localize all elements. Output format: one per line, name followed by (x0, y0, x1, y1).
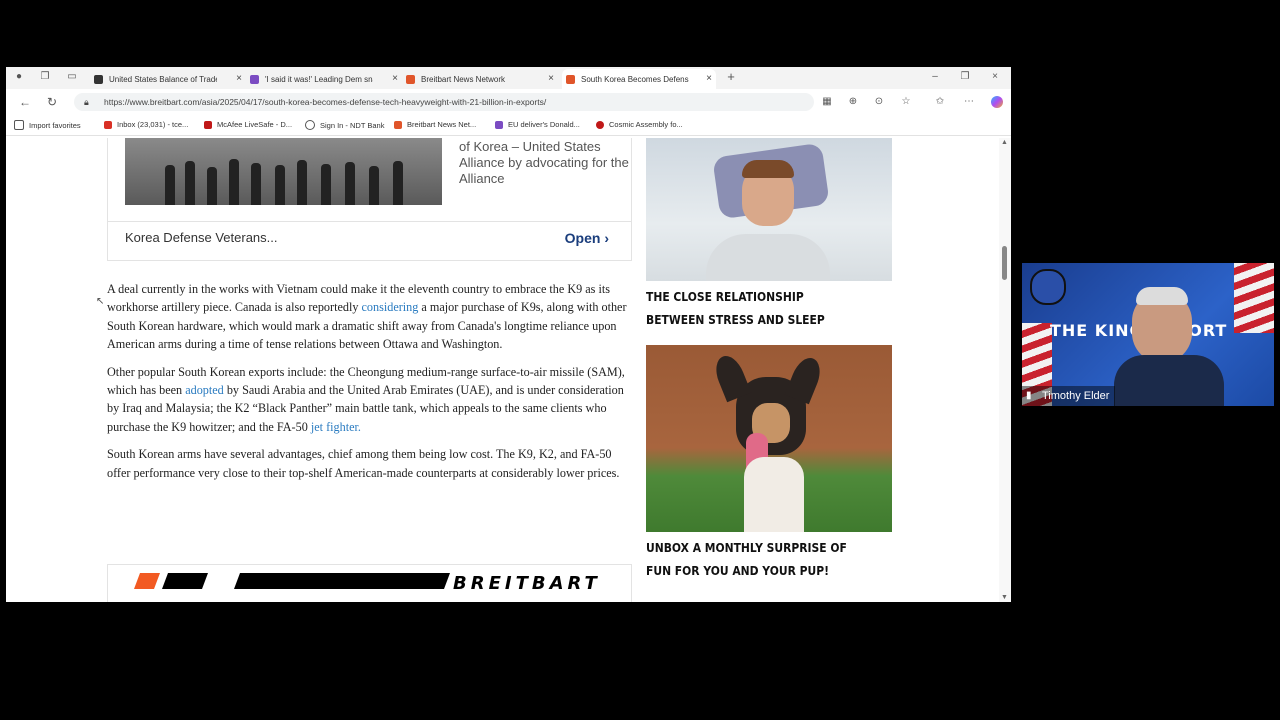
participant-name: ▮ Timothy Elder (1022, 386, 1116, 406)
breitbart-logo: BREITBART (134, 573, 601, 594)
browser-window: ● ❐ ▭ United States Balance of Trade × '… (6, 67, 1011, 602)
more-icon[interactable]: ⋯ (964, 97, 974, 107)
tab-label: United States Balance of Trade (109, 74, 217, 84)
toolbar: ← ↻ 🔒︎ https://www.breitbart.com/asia/20… (6, 89, 1011, 115)
tab-favicon-icon (566, 74, 575, 84)
minimize-icon[interactable]: – (930, 72, 940, 82)
profile-icon[interactable]: ● (14, 72, 24, 82)
tab-label: 'I said it was!' Leading Dem snaps (265, 74, 373, 84)
globe-icon (305, 120, 315, 130)
tab-favicon-icon (94, 74, 103, 84)
copilot-icon[interactable] (991, 96, 1003, 108)
bookmark-label: McAfee LiveSafe - D... (217, 120, 293, 129)
adopted-link[interactable]: adopted (185, 383, 224, 397)
import-icon (14, 120, 24, 130)
group-photo (125, 138, 442, 205)
logo-wordmark: BREITBART (453, 573, 601, 594)
presenter-body (1114, 355, 1224, 406)
scroll-thumb[interactable] (1002, 246, 1007, 280)
article-body: A deal currently in the works with Vietn… (107, 280, 630, 491)
card-text: of Korea – United States Alliance by adv… (459, 139, 629, 186)
ad-card[interactable]: of Korea – United States Alliance by adv… (107, 138, 632, 261)
restore-icon[interactable]: ❐ (960, 72, 970, 82)
presenter-hair (1136, 287, 1188, 305)
bookmark-label: Inbox (23,031) - tce... (117, 120, 189, 129)
open-label: Open (564, 230, 601, 246)
bookmark-eu[interactable]: EU deliver's Donald... (495, 120, 580, 129)
breitbart-icon (394, 120, 402, 129)
web-page: of Korea – United States Alliance by adv… (6, 138, 1011, 602)
breitbart-banner[interactable]: BREITBART (107, 564, 632, 602)
close-tab-icon[interactable]: × (392, 73, 398, 84)
paragraph: South Korean arms have several advantage… (107, 447, 620, 480)
advertiser-name: Korea Defense Veterans... (125, 230, 278, 245)
bookmark-ndt-bank[interactable]: Sign In - NDT Bank (305, 120, 384, 130)
lock-icon: 🔒︎ (84, 97, 89, 107)
ad-caption-pup[interactable]: UNBOX A MONTHLY SURPRISE OF FUN FOR YOU … (646, 536, 858, 582)
considering-link[interactable]: considering (362, 300, 419, 314)
back-icon[interactable]: ← (19, 96, 31, 108)
flag-right (1234, 263, 1274, 333)
tab-label: South Korea Becomes Defense Te (581, 74, 689, 84)
participant-name-label: Timothy Elder (1042, 390, 1110, 402)
chevron-right-icon: › (604, 230, 609, 246)
tab-bar: ● ❐ ▭ United States Balance of Trade × '… (6, 67, 1011, 89)
bookmark-label: Sign In - NDT Bank (320, 120, 385, 130)
tab-favicon-icon (250, 74, 259, 84)
close-tab-icon[interactable]: × (236, 73, 242, 84)
new-tab-icon[interactable]: + (726, 70, 736, 83)
signal-bars-icon: ▮ (1026, 390, 1032, 401)
bookmark-inbox[interactable]: Inbox (23,031) - tce... (104, 120, 188, 129)
bookmarks-bar: Import favorites Inbox (23,031) - tce...… (6, 115, 1011, 136)
gmail-icon (104, 120, 112, 129)
tab-actions-icon[interactable]: ▭ (67, 72, 77, 82)
tab-trade[interactable]: United States Balance of Trade × (94, 69, 246, 89)
bookmark-label: Breitbart News Net... (407, 120, 477, 129)
tab-favicon-icon (406, 74, 415, 84)
tab-south-korea[interactable]: South Korea Becomes Defense Te × (562, 69, 716, 89)
url-text: https://www.breitbart.com/asia/2025/04/1… (104, 97, 547, 107)
scroll-down-icon[interactable]: ▼ (1001, 594, 1008, 601)
dog-image[interactable] (646, 345, 892, 532)
bookmark-label: Import favorites (29, 120, 81, 130)
scroll-up-icon[interactable]: ▲ (1001, 139, 1008, 146)
seal-icon (1030, 269, 1066, 305)
mcafee-icon (204, 120, 212, 129)
bookmark-label: Cosmic Assembly fo... (609, 120, 683, 129)
reading-icon[interactable]: ⊙ (874, 97, 884, 107)
ad-caption-stress[interactable]: THE CLOSE RELATIONSHIP BETWEEN STRESS AN… (646, 285, 858, 331)
cosmic-icon (596, 120, 604, 129)
refresh-icon[interactable]: ↻ (47, 96, 57, 108)
workspaces-icon[interactable]: ❐ (40, 72, 50, 82)
app-available-icon[interactable]: ▦ (822, 97, 832, 107)
zoom-icon[interactable]: ⊕ (848, 97, 858, 107)
open-button[interactable]: Open › (565, 230, 609, 246)
favorites-icon[interactable]: ✩ (935, 97, 945, 107)
tab-breitbart[interactable]: Breitbart News Network × (406, 69, 558, 89)
address-bar[interactable]: 🔒︎ https://www.breitbart.com/asia/2025/0… (74, 93, 814, 111)
close-window-icon[interactable]: × (990, 72, 1000, 82)
paragraph: Other popular South Korean exports inclu… (107, 363, 630, 437)
webcam-video: THE KING REPORT ▮ Timothy Elder (1022, 263, 1274, 406)
card-footer: Korea Defense Veterans... Open › (108, 221, 631, 260)
close-tab-icon[interactable]: × (706, 73, 712, 84)
jet-fighter-link[interactable]: jet fighter. (311, 420, 361, 434)
tab-label: Breitbart News Network (421, 74, 506, 84)
bookmark-import-favorites[interactable]: Import favorites (14, 120, 81, 130)
bookmark-label: EU deliver's Donald... (508, 120, 580, 129)
paragraph: A deal currently in the works with Vietn… (107, 280, 630, 354)
butterfly-icon (495, 120, 503, 129)
mouse-cursor-icon: ↖ (96, 296, 105, 307)
bookmark-mcafee[interactable]: McAfee LiveSafe - D... (204, 120, 292, 129)
tab-dem[interactable]: 'I said it was!' Leading Dem snaps × (250, 69, 402, 89)
stress-sleep-image[interactable] (646, 138, 892, 281)
bookmark-cosmic[interactable]: Cosmic Assembly fo... (596, 120, 683, 129)
close-tab-icon[interactable]: × (548, 73, 554, 84)
vertical-scrollbar[interactable]: ▲ ▼ (999, 138, 1011, 602)
favorite-star-icon[interactable]: ☆ (901, 97, 911, 107)
bookmark-breitbart[interactable]: Breitbart News Net... (394, 120, 476, 129)
